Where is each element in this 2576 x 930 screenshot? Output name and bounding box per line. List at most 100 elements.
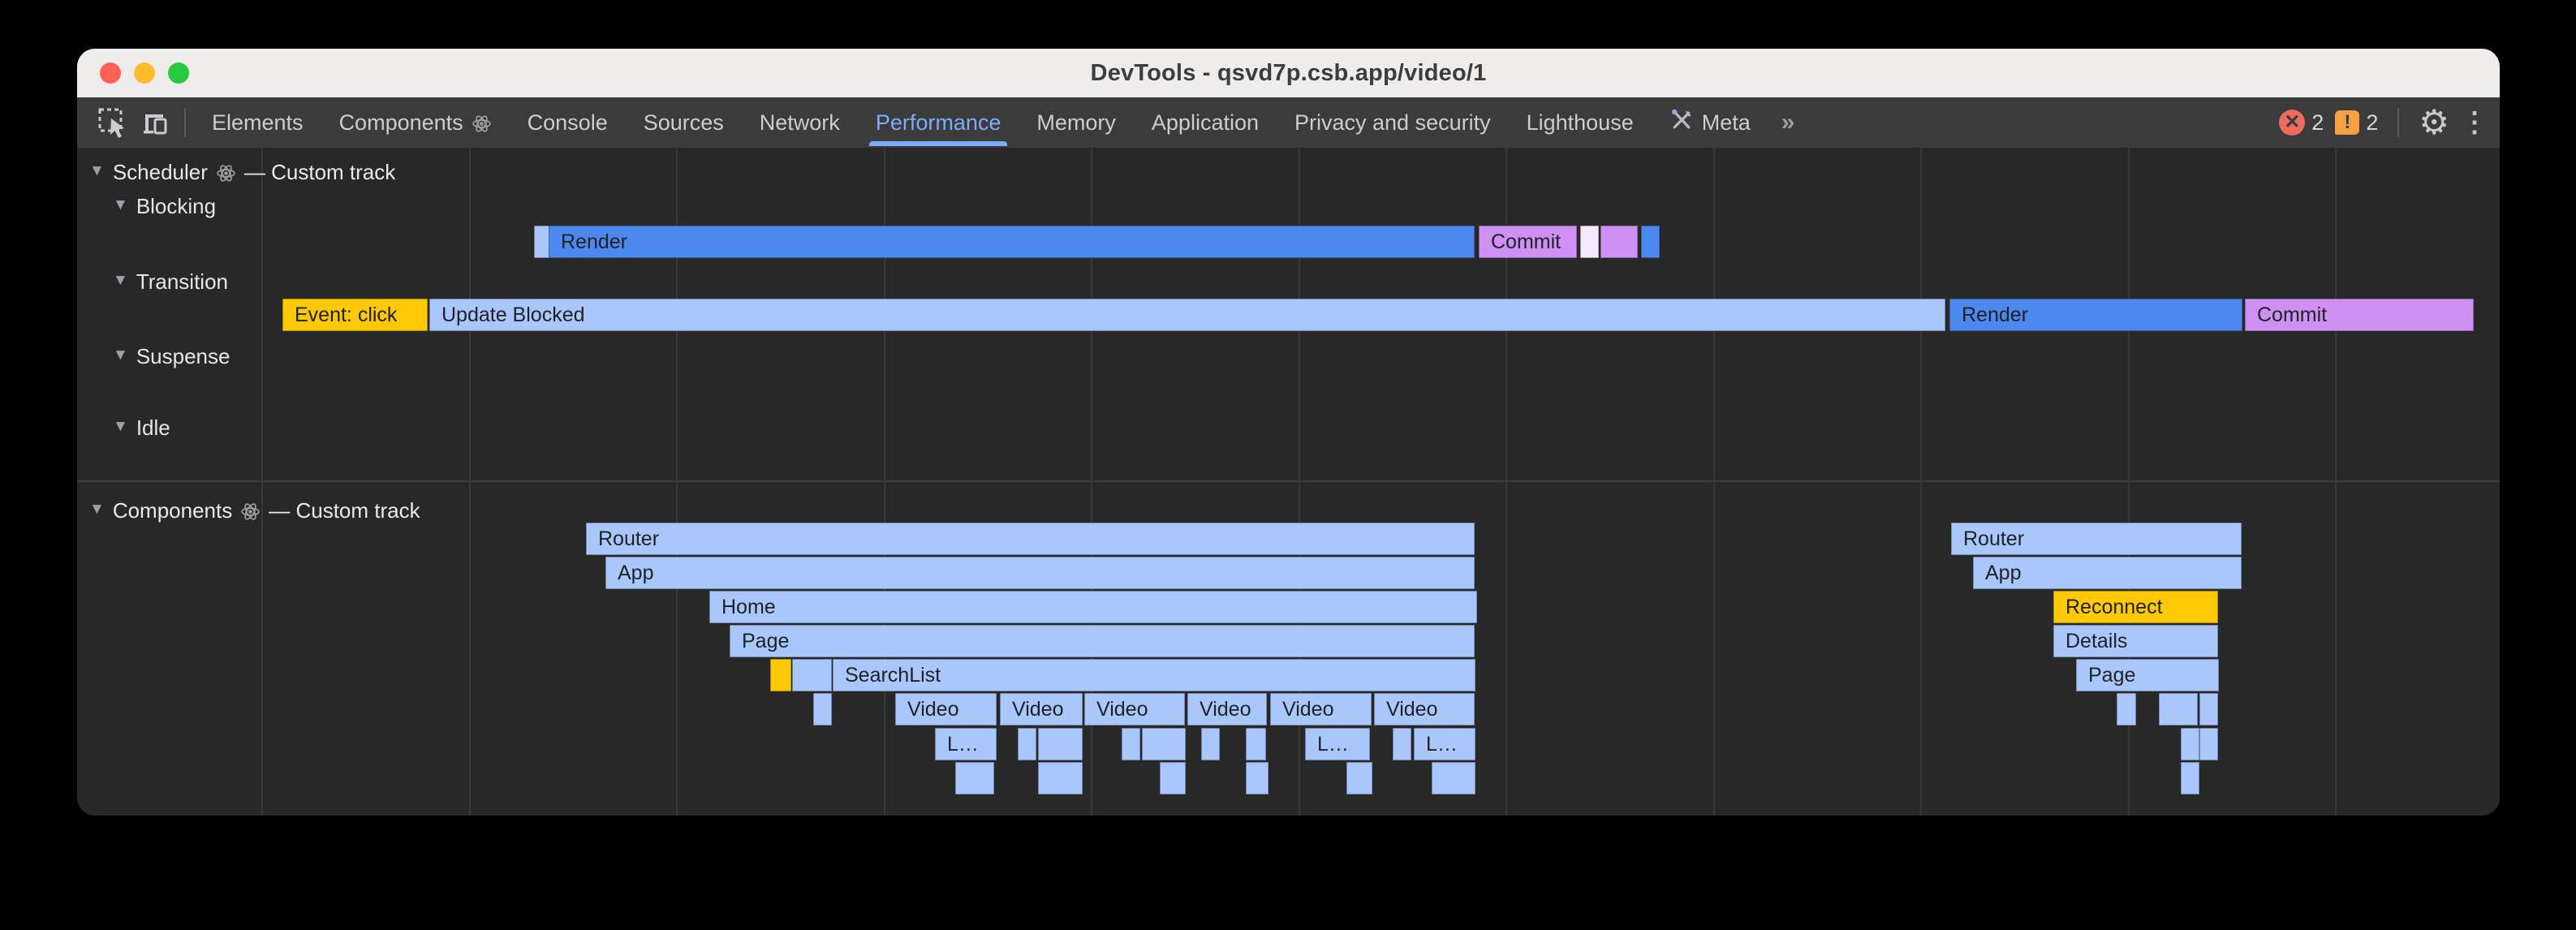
flame-bar-l-[interactable]: L… bbox=[1305, 728, 1370, 760]
flame-bar-video[interactable]: Video bbox=[1374, 693, 1475, 725]
flame-bar-video[interactable]: Video bbox=[1187, 693, 1267, 725]
flame-bar-page[interactable]: Page bbox=[2076, 659, 2219, 691]
flame-bar-video[interactable]: Video bbox=[1270, 693, 1372, 725]
flame-bar-video[interactable]: Video bbox=[1000, 693, 1083, 725]
more-options-icon[interactable]: ⋮ bbox=[2461, 109, 2488, 136]
tab-meta[interactable]: Meta bbox=[1652, 97, 1768, 148]
react-atom-icon bbox=[472, 110, 492, 136]
flame-bar-segment[interactable] bbox=[2199, 693, 2218, 725]
tab-application[interactable]: Application bbox=[1134, 97, 1277, 148]
more-tabs-chevron-icon[interactable]: » bbox=[1768, 109, 1810, 136]
flame-bar-app[interactable]: App bbox=[605, 557, 1475, 589]
titlebar: DevTools - qsvd7p.csb.app/video/1 bbox=[77, 49, 2500, 97]
warning-badge[interactable]: ! 2 bbox=[2335, 110, 2378, 136]
flame-bar-commit[interactable]: Commit bbox=[2245, 299, 2474, 331]
track-header-scheduler[interactable]: ▼Scheduler— Custom track bbox=[89, 159, 395, 185]
flame-bar-details[interactable]: Details bbox=[2053, 625, 2218, 657]
tab-sources[interactable]: Sources bbox=[626, 97, 742, 148]
warning-count: 2 bbox=[2366, 110, 2378, 136]
tools-icon bbox=[1669, 108, 1694, 138]
flame-bar-l-[interactable]: L… bbox=[1414, 728, 1475, 760]
flame-bar-segment[interactable] bbox=[2117, 693, 2136, 725]
minimize-window-button[interactable] bbox=[134, 62, 155, 84]
flame-bar-video[interactable]: Video bbox=[1084, 693, 1185, 725]
track-suffix: — Custom track bbox=[269, 498, 420, 523]
tab-label: Sources bbox=[644, 110, 724, 136]
react-atom-icon bbox=[240, 498, 261, 523]
flame-bar-segment[interactable] bbox=[2199, 728, 2218, 760]
performance-flame-chart: ▼Scheduler— Custom track ▼Blocking ▼Transi… bbox=[77, 148, 2500, 816]
flame-bar-commit[interactable]: Commit bbox=[1479, 226, 1577, 258]
flame-bar-segment[interactable] bbox=[1432, 762, 1475, 794]
flame-bar-router[interactable]: Router bbox=[1951, 523, 2242, 555]
flame-bar-update-blocked[interactable]: Update Blocked bbox=[429, 299, 1945, 331]
flame-bar-page[interactable]: Page bbox=[730, 625, 1475, 657]
flame-bar-segment[interactable] bbox=[1600, 226, 1638, 258]
toolbar-separator-right bbox=[2397, 108, 2399, 137]
tab-label: Console bbox=[528, 110, 608, 136]
tab-elements[interactable]: Elements bbox=[194, 97, 321, 148]
flame-bar-render[interactable]: Render bbox=[549, 226, 1475, 258]
tab-label: Performance bbox=[876, 110, 1002, 136]
flame-bar-video[interactable]: Video bbox=[895, 693, 997, 725]
flame-bar-app[interactable]: App bbox=[1973, 557, 2242, 589]
flame-bar-segment[interactable] bbox=[1201, 728, 1220, 760]
flame-bar-segment[interactable] bbox=[1580, 226, 1599, 258]
flame-bar-segment[interactable] bbox=[770, 659, 791, 691]
flame-bar-router[interactable]: Router bbox=[586, 523, 1475, 555]
tab-console[interactable]: Console bbox=[510, 97, 626, 148]
toggle-device-toolbar-icon[interactable] bbox=[134, 101, 176, 144]
flame-bar-segment[interactable] bbox=[2181, 728, 2199, 760]
collapse-triangle-icon[interactable]: ▼ bbox=[113, 418, 128, 436]
track-header-components[interactable]: ▼ Components — Custom track bbox=[89, 497, 420, 523]
lane-transition[interactable]: ▼Transition bbox=[113, 269, 228, 295]
flame-bar-segment[interactable] bbox=[1038, 728, 1083, 760]
react-atom-icon bbox=[216, 160, 236, 185]
flame-bar-home[interactable]: Home bbox=[709, 591, 1477, 623]
zoom-window-button[interactable] bbox=[168, 62, 189, 84]
tab-label: Memory bbox=[1036, 110, 1116, 136]
close-window-button[interactable] bbox=[100, 62, 121, 84]
settings-gear-icon[interactable]: ⚙ bbox=[2419, 105, 2449, 140]
collapse-triangle-icon[interactable]: ▼ bbox=[89, 162, 105, 180]
track-title: Components bbox=[113, 498, 232, 523]
tab-performance[interactable]: Performance bbox=[858, 97, 1019, 148]
lane-idle[interactable]: ▼Idle bbox=[113, 415, 170, 441]
flame-bar-searchlist[interactable]: SearchList bbox=[833, 659, 1475, 691]
lane-blocking[interactable]: ▼Blocking bbox=[113, 193, 216, 219]
tab-components[interactable]: Components bbox=[321, 97, 510, 148]
flame-bar-render[interactable]: Render bbox=[1949, 299, 2242, 331]
flame-bar-segment[interactable] bbox=[1038, 762, 1083, 794]
tab-lighthouse[interactable]: Lighthouse bbox=[1509, 97, 1652, 148]
window-title: DevTools - qsvd7p.csb.app/video/1 bbox=[77, 60, 2500, 87]
tab-label: Lighthouse bbox=[1527, 110, 1634, 136]
flame-bar-reconnect[interactable]: Reconnect bbox=[2053, 591, 2218, 623]
tab-memory[interactable]: Memory bbox=[1019, 97, 1134, 148]
flame-bar-segment[interactable] bbox=[1393, 728, 1411, 760]
flame-bar-event-click[interactable]: Event: click bbox=[282, 299, 428, 331]
tab-label: Components bbox=[339, 110, 463, 136]
collapse-triangle-icon[interactable]: ▼ bbox=[113, 272, 128, 290]
flame-bar-segment[interactable] bbox=[2159, 693, 2198, 725]
error-badge[interactable]: ✕ 2 bbox=[2279, 110, 2324, 136]
flame-bar-segment[interactable] bbox=[955, 762, 994, 794]
flame-bar-segment[interactable] bbox=[1346, 762, 1372, 794]
collapse-triangle-icon[interactable]: ▼ bbox=[113, 196, 128, 214]
lane-suspense[interactable]: ▼Suspense bbox=[113, 343, 230, 369]
tab-network[interactable]: Network bbox=[742, 97, 858, 148]
flame-bar-segment[interactable] bbox=[1246, 728, 1266, 760]
flame-bar-segment[interactable] bbox=[1122, 728, 1140, 760]
collapse-triangle-icon[interactable]: ▼ bbox=[113, 347, 128, 364]
collapse-triangle-icon[interactable]: ▼ bbox=[89, 501, 105, 519]
tab-privacy-and-security[interactable]: Privacy and security bbox=[1277, 97, 1509, 148]
flame-bar-segment[interactable] bbox=[1641, 226, 1660, 258]
flame-bar-segment[interactable] bbox=[1018, 728, 1036, 760]
flame-bar-segment[interactable] bbox=[1160, 762, 1186, 794]
flame-bar-segment[interactable] bbox=[792, 659, 832, 691]
flame-bar-segment[interactable] bbox=[1246, 762, 1269, 794]
flame-bar-l-[interactable]: L… bbox=[935, 728, 997, 760]
flame-bar-segment[interactable] bbox=[1142, 728, 1186, 760]
flame-bar-segment[interactable] bbox=[813, 693, 832, 725]
inspect-element-icon[interactable] bbox=[92, 101, 134, 144]
flame-bar-segment[interactable] bbox=[2181, 762, 2199, 794]
